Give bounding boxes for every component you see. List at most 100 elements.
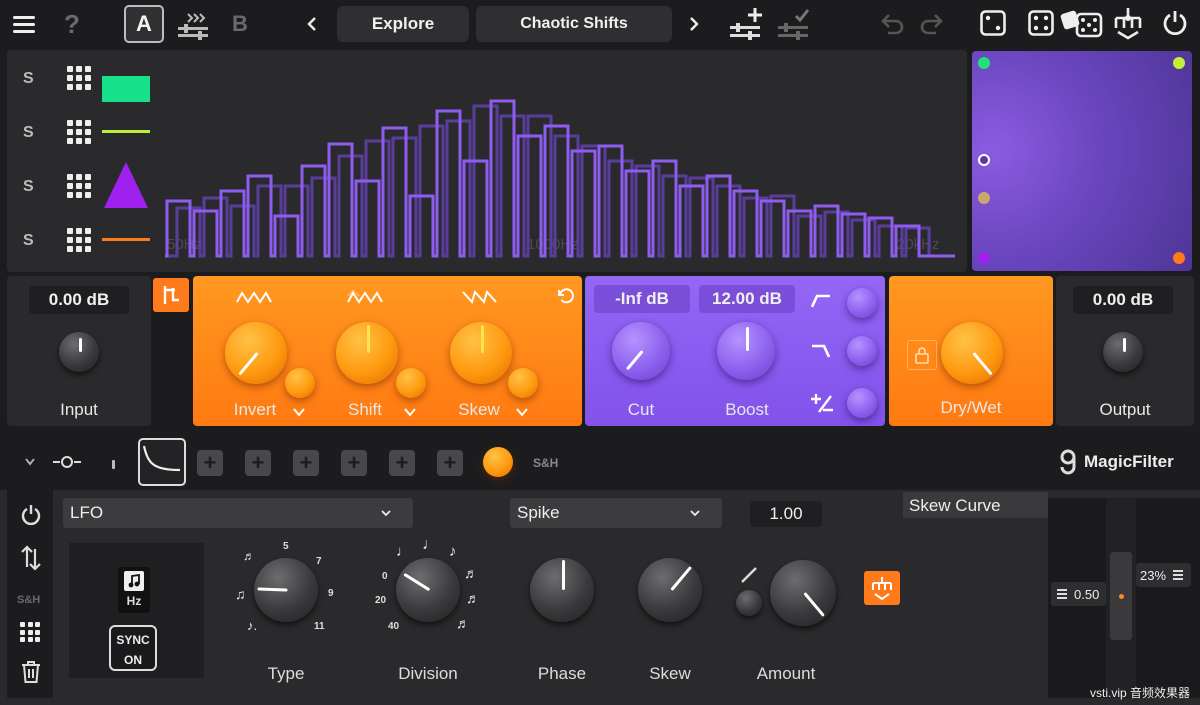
skew-value-box[interactable]: 0.50 xyxy=(1051,582,1106,606)
compare-icon[interactable] xyxy=(776,6,812,40)
spectrum-display[interactable]: S S S S 50Hz 1000Hz 20kHz xyxy=(7,50,967,272)
skew-knob[interactable] xyxy=(450,322,512,384)
band-4-grid-icon[interactable] xyxy=(67,228,91,252)
undo-icon[interactable] xyxy=(878,10,906,38)
save-preset-icon[interactable] xyxy=(728,6,764,40)
high-shelf-icon[interactable] xyxy=(810,294,831,313)
lfo-sh-label[interactable]: S&H xyxy=(17,594,40,606)
band-3-swatch[interactable] xyxy=(102,160,150,210)
add-mod-slot-3[interactable]: + xyxy=(245,450,271,476)
branch-icon xyxy=(163,286,179,304)
add-mod-slot-2[interactable]: + xyxy=(197,450,223,476)
preset-b-button[interactable]: B xyxy=(220,5,260,43)
skew-curve-point[interactable] xyxy=(1119,594,1124,599)
xy-cursor[interactable] xyxy=(978,154,990,166)
lock-icon[interactable] xyxy=(907,340,937,370)
routing-toggle-button[interactable] xyxy=(153,278,189,312)
lfo-routing-button[interactable] xyxy=(864,571,900,605)
invert-mod-knob[interactable] xyxy=(285,368,315,398)
lfo-shape-dropdown[interactable]: Spike xyxy=(510,498,722,528)
xy-node-green[interactable] xyxy=(978,57,990,69)
drywet-knob[interactable] xyxy=(941,322,1003,384)
amount-value[interactable]: 1.00 xyxy=(750,501,822,527)
band-3-solo[interactable]: S xyxy=(23,178,34,196)
band-4-swatch[interactable] xyxy=(102,238,150,241)
random-dice-icon[interactable] xyxy=(979,9,1007,37)
trash-icon[interactable] xyxy=(21,661,41,683)
cut-knob[interactable] xyxy=(612,322,670,380)
cut-value[interactable]: -Inf dB xyxy=(594,285,690,313)
power-icon[interactable] xyxy=(1160,8,1190,38)
boost-value[interactable]: 12.00 dB xyxy=(699,285,795,313)
redo-icon[interactable] xyxy=(918,10,946,38)
mod-connect-icon[interactable] xyxy=(52,455,82,469)
next-preset-icon[interactable] xyxy=(686,14,702,34)
band-1-swatch[interactable] xyxy=(102,76,150,102)
lfo-grid-icon[interactable] xyxy=(20,622,40,642)
skew-chevron-icon[interactable] xyxy=(516,406,528,418)
band-4-solo[interactable]: S xyxy=(23,232,34,250)
xy-node-violet[interactable] xyxy=(978,252,990,264)
amount-knob[interactable] xyxy=(770,560,836,626)
xy-node-tan[interactable] xyxy=(978,192,990,204)
output-gain-value[interactable]: 0.00 dB xyxy=(1073,286,1173,314)
shift-knob[interactable] xyxy=(336,322,398,384)
output-knob[interactable] xyxy=(1103,332,1143,372)
help-icon[interactable]: ? xyxy=(60,9,84,39)
low-shelf-icon[interactable] xyxy=(811,344,831,363)
band-1-solo[interactable]: S xyxy=(23,70,34,88)
high-shelf-knob[interactable] xyxy=(847,288,877,318)
xy-node-lime[interactable] xyxy=(1173,57,1185,69)
skew-mod-knob[interactable] xyxy=(508,368,538,398)
explore-button[interactable]: Explore xyxy=(337,6,469,42)
lfo-slot-1[interactable] xyxy=(138,438,186,486)
band-3-grid-icon[interactable] xyxy=(67,174,91,198)
add-mod-slot-6[interactable]: + xyxy=(389,450,415,476)
gain-offset-knob[interactable] xyxy=(847,388,877,418)
boost-knob[interactable] xyxy=(717,322,775,380)
add-mod-slot-7[interactable]: + xyxy=(437,450,463,476)
collapse-chevron-icon[interactable] xyxy=(24,457,36,467)
shift-mod-knob[interactable] xyxy=(396,368,426,398)
type-knob[interactable] xyxy=(254,558,318,622)
routing-icon[interactable] xyxy=(1110,6,1146,42)
band-2-solo[interactable]: S xyxy=(23,124,34,142)
rate-mode-panel: Hz SYNC ON xyxy=(69,543,204,678)
invert-knob[interactable] xyxy=(225,322,287,384)
preset-a-button[interactable]: A xyxy=(124,5,164,43)
band-1-grid-icon[interactable] xyxy=(67,66,91,90)
amount-offset-knob[interactable] xyxy=(736,590,762,616)
sh-mode-label[interactable]: S&H xyxy=(533,456,558,470)
band-2-grid-icon[interactable] xyxy=(67,120,91,144)
random-dice-4-icon[interactable] xyxy=(1027,9,1055,37)
prev-preset-icon[interactable] xyxy=(304,14,320,34)
plus-minus-icon[interactable] xyxy=(809,392,835,419)
add-mod-slot-4[interactable]: + xyxy=(293,450,319,476)
xy-pad[interactable] xyxy=(972,51,1192,271)
bipolar-icon[interactable] xyxy=(740,566,758,584)
lfo-power-icon[interactable] xyxy=(20,504,42,526)
low-shelf-knob[interactable] xyxy=(847,336,877,366)
lfo-source-dropdown[interactable]: LFO xyxy=(63,498,413,528)
swap-icon[interactable] xyxy=(20,545,42,571)
preset-name[interactable]: Chaotic Shifts xyxy=(476,6,672,42)
skew-curve-editor[interactable]: 0.50 23% xyxy=(1048,498,1200,698)
division-knob[interactable] xyxy=(396,558,460,622)
shift-chevron-icon[interactable] xyxy=(404,406,416,418)
percent-value-box[interactable]: 23% xyxy=(1136,563,1191,587)
input-knob[interactable] xyxy=(59,332,99,372)
rate-mode-toggle[interactable]: Hz xyxy=(118,567,150,613)
band-2-swatch[interactable] xyxy=(102,130,150,133)
add-mod-slot-5[interactable]: + xyxy=(341,450,367,476)
sync-button[interactable]: SYNC ON xyxy=(109,625,157,671)
random-multi-dice-icon[interactable] xyxy=(1060,6,1104,38)
invert-chevron-icon[interactable] xyxy=(293,406,305,418)
reset-icon[interactable] xyxy=(555,286,575,311)
input-gain-value[interactable]: 0.00 dB xyxy=(29,286,129,314)
mod-depth-knob[interactable] xyxy=(483,447,513,477)
xy-node-orange[interactable] xyxy=(1173,252,1185,264)
skew-lfo-knob[interactable] xyxy=(638,558,702,622)
menu-icon[interactable] xyxy=(12,12,36,36)
phase-knob[interactable] xyxy=(530,558,594,622)
copy-a-to-b-icon[interactable] xyxy=(176,8,210,40)
